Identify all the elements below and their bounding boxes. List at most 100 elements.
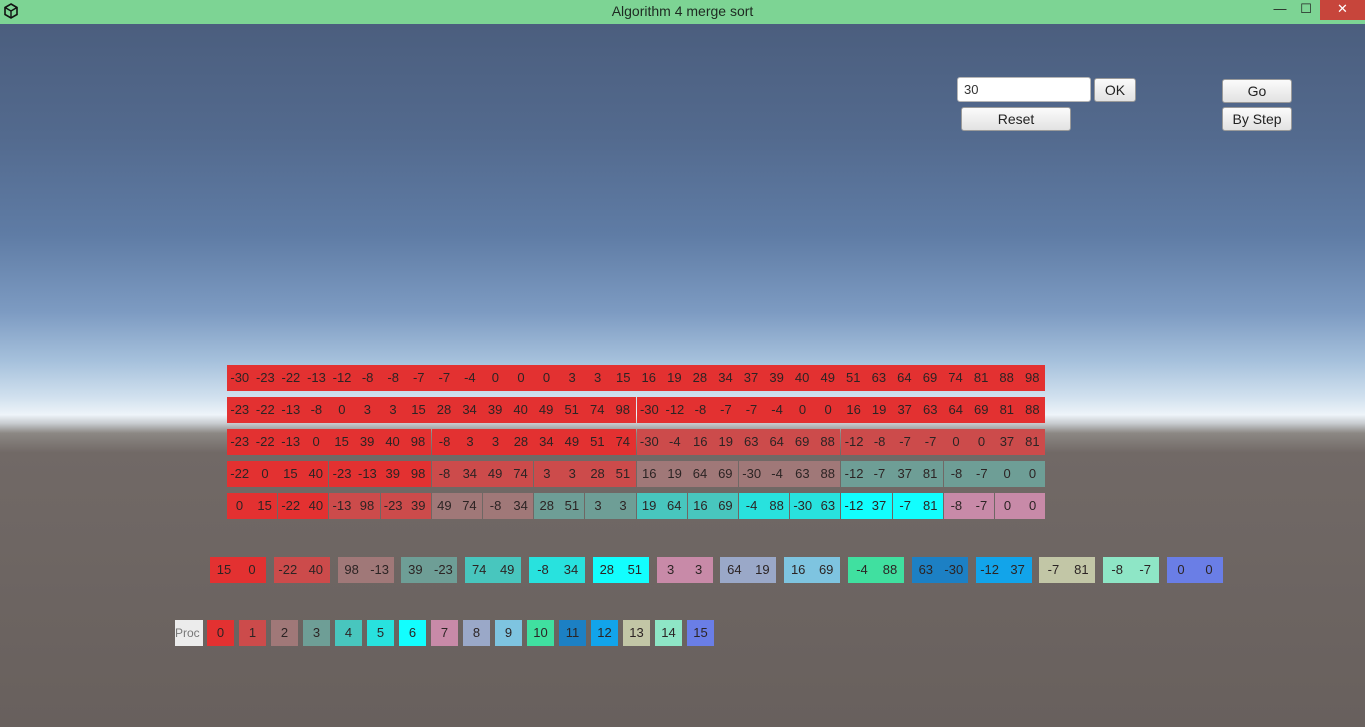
cell-value: 3	[363, 402, 372, 418]
pair-tile: -7 81	[1039, 557, 1096, 583]
cell-value: 0	[824, 402, 832, 418]
cell-value: 51	[627, 562, 643, 577]
cell-value: -8	[537, 562, 549, 577]
proc-swatch: 5	[367, 620, 394, 646]
merge-segment: -30 -23 -22 -13 -12 -8 -8 -7 -7 -4 0 0 0 3 3 15 16 19 28 34…	[227, 365, 1046, 391]
merge-segment: -30 -4 16 19 63 64 69 88	[636, 429, 841, 456]
pair-tile: -22 40	[273, 557, 330, 583]
merge-segment: -22 0 15 40	[227, 461, 329, 488]
cell-value: -4	[771, 402, 783, 418]
cell-value: -23	[255, 370, 275, 385]
cell-value: 88	[1025, 402, 1040, 418]
cell-value: 51	[564, 498, 580, 514]
cell-value: -30	[742, 466, 762, 482]
cell-value: -13	[358, 466, 377, 482]
cell-value: 37	[743, 370, 759, 385]
cell-value: 0	[952, 434, 960, 450]
array-size-input[interactable]: 30	[957, 77, 1091, 102]
proc-swatch: 2	[271, 620, 298, 646]
by-step-button[interactable]: By Step	[1222, 107, 1292, 131]
merge-segment: -12 -7 37 81	[841, 461, 943, 488]
cell-value: 16	[693, 434, 708, 450]
cell-value: 0	[1003, 498, 1012, 514]
proc-swatch: 15	[687, 620, 714, 646]
cell-value: 74	[471, 562, 487, 577]
cell-value: 69	[718, 498, 733, 514]
cell-value: 15	[257, 498, 272, 514]
pair-tile: -8 -7	[1103, 557, 1160, 583]
cell-value: 3	[543, 466, 551, 482]
cell-value: -7	[412, 370, 425, 385]
cell-value: 15	[216, 562, 232, 577]
cell-value: 81	[999, 402, 1015, 418]
cell-value: 69	[922, 370, 938, 385]
cell-value: -7	[899, 434, 911, 450]
cell-value: -7	[745, 402, 758, 418]
cell-value: 40	[308, 466, 323, 482]
cell-value: 98	[344, 562, 359, 577]
cell-value: 28	[599, 562, 615, 577]
cell-value: -13	[370, 562, 389, 577]
merge-segment: -23 -22 -13 0 15 39 40 98	[227, 429, 431, 456]
cell-value: 88	[820, 434, 835, 450]
cell-value: -4	[464, 370, 476, 385]
maximize-button[interactable]: ☐	[1292, 0, 1320, 20]
cell-value: 3	[619, 498, 627, 514]
cell-value: 37	[1010, 562, 1025, 577]
cell-value: 0	[338, 402, 346, 418]
cell-value: -13	[307, 370, 326, 385]
cell-value: 19	[755, 562, 770, 577]
cell-value: 16	[790, 562, 806, 577]
pair-tile: 16 69	[784, 557, 841, 583]
cell-value: 40	[308, 498, 324, 514]
cell-value: 69	[974, 402, 989, 418]
cell-value: 16	[846, 402, 861, 418]
cell-value: 74	[948, 370, 963, 385]
ok-button[interactable]: OK	[1094, 78, 1136, 102]
cell-value: -7	[1139, 562, 1151, 577]
cell-value: 63	[743, 434, 759, 450]
merge-segment: 16 19 64 69	[636, 461, 738, 488]
merge-segment: -23 -22 -13 -8 0 3 3 15 28 34 39 40 49 51 74 98	[227, 397, 636, 424]
cell-value: -30	[230, 370, 250, 385]
cell-value: -8	[873, 434, 886, 450]
merge-segment: 16 69	[687, 493, 738, 520]
cell-value: 19	[667, 370, 682, 385]
cell-value: 3	[694, 562, 703, 577]
cell-value: -12	[844, 466, 864, 482]
merge-segment: -30 63	[790, 493, 841, 520]
cell-value: 69	[794, 434, 810, 450]
cell-value: -7	[976, 466, 988, 482]
cell-value: -12	[844, 434, 864, 450]
cell-value: 0	[977, 434, 986, 450]
cell-value: 34	[462, 466, 478, 482]
cell-value: 3	[568, 370, 576, 385]
cell-value: -4	[856, 562, 868, 577]
close-button[interactable]: ✕	[1320, 0, 1365, 20]
reset-button[interactable]: Reset	[961, 107, 1071, 131]
cell-value: 15	[615, 370, 631, 385]
cell-value: -4	[745, 498, 758, 514]
merge-segment: -8 34	[483, 493, 534, 520]
cell-value: 49	[820, 370, 835, 385]
cell-value: 39	[769, 370, 784, 385]
cell-value: 15	[334, 434, 349, 450]
cell-value: -8	[694, 402, 707, 418]
cell-value: 3	[594, 498, 602, 514]
proc-swatch: 7	[431, 620, 458, 646]
cell-value: 51	[615, 466, 631, 482]
minimize-button[interactable]: —	[1266, 0, 1294, 20]
cell-value: 0	[312, 434, 320, 450]
cell-value: 0	[1028, 466, 1037, 482]
title-bar: Algorithm 4 merge sort — ☐ ✕	[0, 0, 1365, 24]
proc-swatch: 12	[591, 620, 618, 646]
cell-value: -7	[899, 498, 911, 514]
cell-value: 88	[769, 498, 784, 514]
go-button[interactable]: Go	[1222, 79, 1292, 103]
cell-value: -22	[281, 498, 301, 514]
cell-value: -4	[669, 434, 681, 450]
proc-swatch: 9	[495, 620, 522, 646]
cell-value: 0	[1029, 498, 1037, 514]
cell-value: 88	[820, 466, 835, 482]
pair-tile: 33	[656, 557, 713, 583]
